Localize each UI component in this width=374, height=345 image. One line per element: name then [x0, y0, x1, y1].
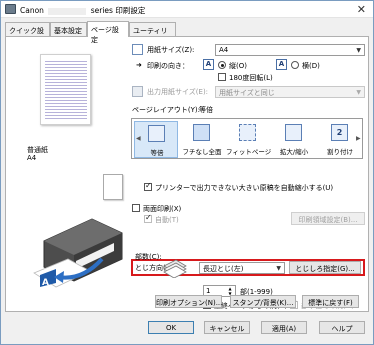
paper-size-select[interactable]: A4 ▼ [215, 44, 365, 56]
layout-borderless-label: フチなし全面 [182, 148, 222, 156]
window-title: Canon series 印刷設定 [20, 5, 145, 16]
rotate180-label: 180度回転(L) [229, 74, 273, 82]
binding-side-select[interactable]: 長辺とじ(左) ▼ [199, 262, 285, 274]
help-button[interactable]: ヘルプ [319, 321, 365, 334]
title-bar: Canon series 印刷設定 ✕ [1, 1, 373, 18]
duplex-auto-checkbox[interactable] [144, 213, 152, 223]
output-size-select[interactable]: 用紙サイズと同じ ▼ [215, 86, 365, 98]
stapling-margin-button[interactable]: とじしろ指定(G)... [289, 261, 361, 274]
page-preview [40, 54, 91, 125]
portrait-label: 縦(O) [229, 62, 247, 70]
tab-main[interactable]: 基本設定 [50, 22, 87, 36]
layout-borderless-icon [193, 124, 210, 141]
layout-scaled-label: 拡大/縮小 [279, 148, 309, 156]
page-setup-panel: 普通紙 A4 A 用紙サイズ(Z): A4 ▼ ➜ 印刷の向き： A 縦(O) [5, 36, 369, 312]
landscape-label: 横(D) [302, 62, 320, 70]
output-size-label: 出力用紙サイズ(E): [147, 88, 209, 96]
printer-app-icon [5, 4, 16, 14]
auto-reduce-label: プリンターで出力できない大きい原稿を自動縮小する(U) [155, 184, 334, 192]
orientation-label: 印刷の向き： [147, 62, 189, 70]
chevron-down-icon: ▼ [276, 265, 281, 272]
preview-lines [45, 59, 87, 121]
printer-icon [132, 86, 143, 97]
apply-button[interactable]: 適用(A) [261, 321, 307, 334]
chevron-down-icon: ▼ [356, 47, 361, 54]
media-size-text: A4 [27, 154, 37, 162]
duplex-auto-label: 自動(T) [155, 216, 179, 224]
media-summary: 普通紙 A4 [27, 133, 111, 167]
tab-page-setup[interactable]: ページ設定 [87, 21, 129, 44]
layout-fit-to-page-label: フィットページ [226, 148, 272, 156]
layout-normal-label: 等倍 [150, 149, 164, 157]
duplex-checkbox[interactable] [132, 204, 140, 212]
copies-stack-icon [163, 259, 187, 278]
landscape-icon: A [276, 59, 287, 70]
layout-fit-to-page[interactable]: フィットページ [226, 121, 272, 158]
defaults-button[interactable]: 標準に戻す(F) [302, 295, 359, 308]
paper-size-value: A4 [219, 46, 229, 54]
page-layout-label: ページレイアウト(Y): [132, 106, 200, 114]
paper-size-label: 用紙サイズ(Z): [147, 46, 195, 54]
layout-normal-icon [148, 125, 165, 142]
layout-borderless[interactable]: フチなし全面 [180, 121, 224, 158]
ok-button[interactable]: OK [148, 321, 194, 334]
binding-side-value: 長辺とじ(左) [203, 265, 244, 273]
svg-text:A: A [42, 278, 49, 288]
print-area-setup-button[interactable]: 印刷領域設定(B)... [291, 212, 365, 225]
layout-fit-to-page-icon [239, 124, 256, 141]
close-icon[interactable]: ✕ [357, 3, 366, 16]
layout-page-layout-label: 割り付け [327, 148, 353, 156]
model-name-redacted [48, 7, 87, 15]
layout-scaled-icon [285, 124, 302, 141]
portrait-icon: A [203, 59, 214, 70]
title-model: series 印刷設定 [90, 6, 146, 15]
paper-size-icon [132, 44, 143, 55]
printer-illustration: A [33, 218, 123, 288]
tab-quick-setup[interactable]: クイック設定 [5, 22, 50, 45]
landscape-radio[interactable] [291, 61, 299, 69]
chevron-down-icon: ▼ [356, 89, 361, 96]
stamp-background-button[interactable]: スタンプ/背景(K)... [230, 295, 296, 308]
layout-page-layout-icon: 2 [331, 124, 348, 141]
print-settings-window: Canon series 印刷設定 ✕ クイック設定 基本設定 ページ設定 ユー… [0, 0, 374, 345]
auto-reduce-checkbox[interactable] [144, 181, 152, 191]
layout-scaled[interactable]: 拡大/縮小 [272, 121, 316, 158]
scroll-left-icon[interactable]: ◀ [136, 135, 141, 142]
orientation-arrow-icon: ➜ [136, 61, 142, 69]
copies-label: 部数(C): [135, 253, 162, 261]
rotate180-checkbox[interactable] [218, 73, 226, 81]
tab-maintenance[interactable]: ユーティリティ [129, 22, 176, 45]
page-layout-list: 等倍 フチなし全面 フィットページ 拡大/縮小 2 割り付け ◀ ▶ [131, 118, 363, 159]
print-options-button[interactable]: 印刷オプション(N)... [155, 295, 222, 308]
portrait-radio[interactable] [218, 61, 226, 69]
paper-preview-small [103, 174, 123, 200]
cancel-button[interactable]: キャンセル [204, 321, 250, 334]
title-brand: Canon [20, 6, 44, 15]
scroll-right-icon[interactable]: ▶ [356, 135, 361, 142]
output-size-value: 用紙サイズと同じ [219, 89, 275, 97]
page-layout-current: 等倍 [199, 106, 213, 114]
copies-value: 1 [206, 287, 211, 295]
